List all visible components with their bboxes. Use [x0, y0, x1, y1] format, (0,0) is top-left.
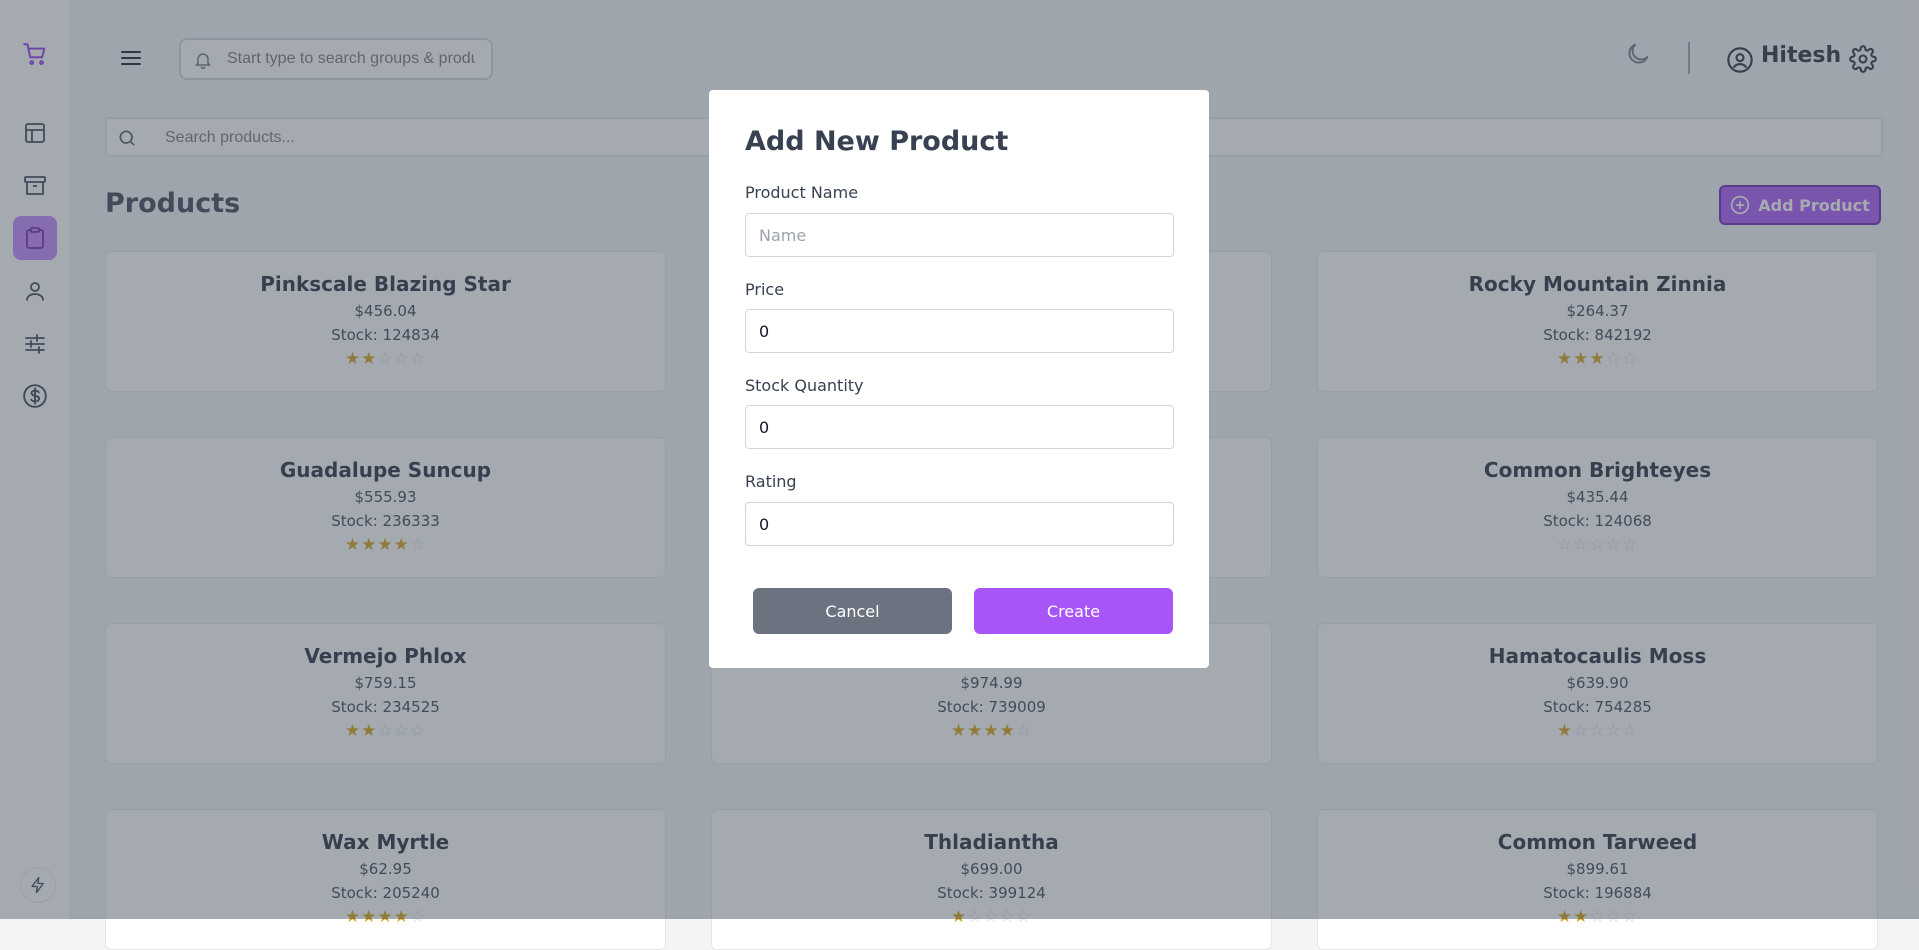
modal-title: Add New Product: [745, 126, 1009, 157]
stock-quantity-input[interactable]: [745, 405, 1174, 449]
cancel-button[interactable]: Cancel: [753, 588, 952, 634]
price-input[interactable]: [745, 309, 1174, 353]
rating-input[interactable]: [745, 502, 1174, 546]
product-name-input[interactable]: [745, 213, 1174, 257]
stock-quantity-label: Stock Quantity: [745, 376, 864, 395]
rating-label: Rating: [745, 472, 797, 491]
price-label: Price: [745, 280, 785, 299]
product-name-label: Product Name: [745, 183, 859, 202]
create-button[interactable]: Create: [974, 588, 1173, 634]
add-product-modal: Add New Product Product Name Price Stock…: [709, 90, 1209, 668]
